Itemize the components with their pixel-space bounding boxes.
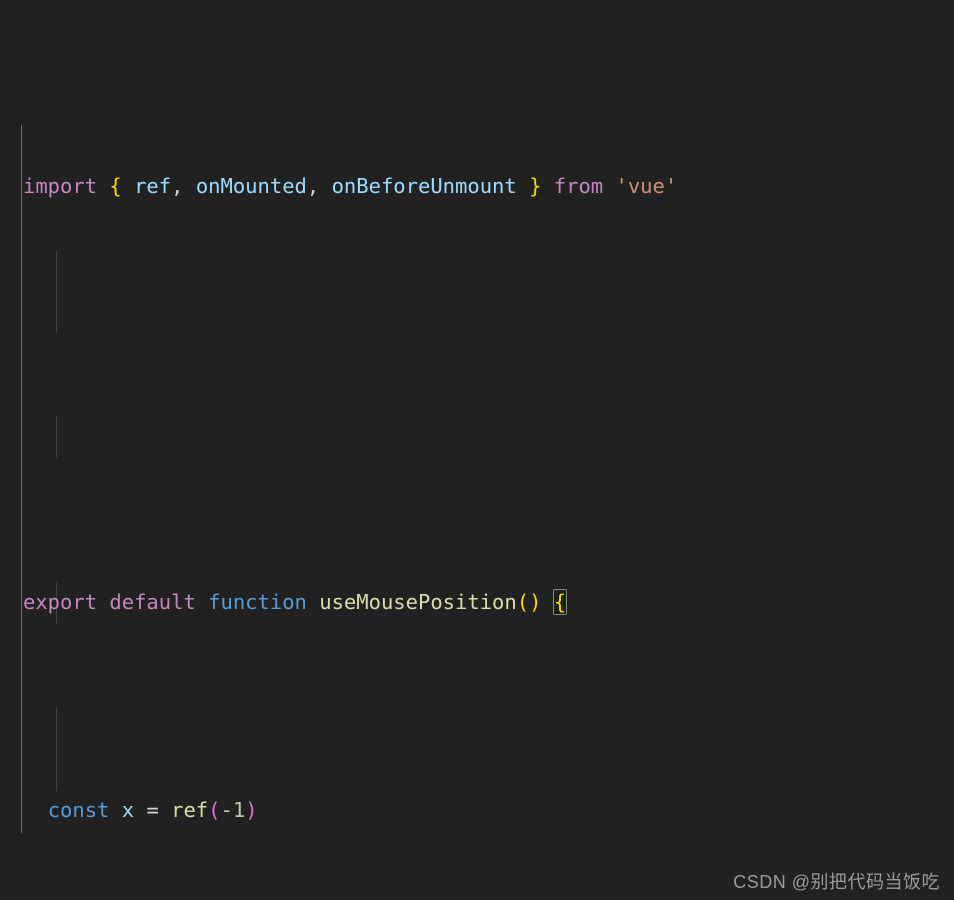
token-keyword-const: const [47,798,110,823]
token-paren-close: ) [245,798,258,823]
code-line-1[interactable]: import { ref, onMounted, onBeforeUnmount… [0,166,954,208]
token-brace-open-matched: { [552,589,568,616]
csdn-watermark: CSDN @别把代码当饭吃 [733,872,940,892]
code-content[interactable]: import { ref, onMounted, onBeforeUnmount… [0,0,954,900]
token-comma: , [171,174,184,199]
token-paren-open: ( [516,590,530,615]
token-brace-close: } [529,174,542,199]
token-import-onbeforeunmount: onBeforeUnmount [331,174,517,199]
token-paren-close: ) [529,590,542,615]
token-variable-x: x [121,798,135,823]
code-line-2-blank[interactable] [0,374,954,416]
token-function-name-usemouseposition: useMousePosition [319,590,517,615]
token-brace-open: { [109,174,122,199]
token-import-onmounted: onMounted [195,174,307,199]
token-string-vue: 'vue' [615,174,678,199]
token-comma: , [306,174,320,199]
code-line-4[interactable]: const x = ref(-1) [0,790,954,832]
token-keyword-from: from [553,174,604,199]
token-keyword-export: export [23,590,98,615]
token-paren-open: ( [208,798,221,823]
token-call-ref: ref [171,798,209,823]
token-keyword-import: import [23,174,98,199]
token-operator-assign: = [146,798,159,823]
token-number-neg-one: -1 [220,798,246,823]
token-import-ref: ref [134,174,172,199]
code-line-3[interactable]: export default function useMousePosition… [0,582,954,624]
code-editor[interactable]: import { ref, onMounted, onBeforeUnmount… [0,0,954,900]
token-keyword-default: default [109,590,196,615]
token-keyword-function: function [208,590,307,615]
